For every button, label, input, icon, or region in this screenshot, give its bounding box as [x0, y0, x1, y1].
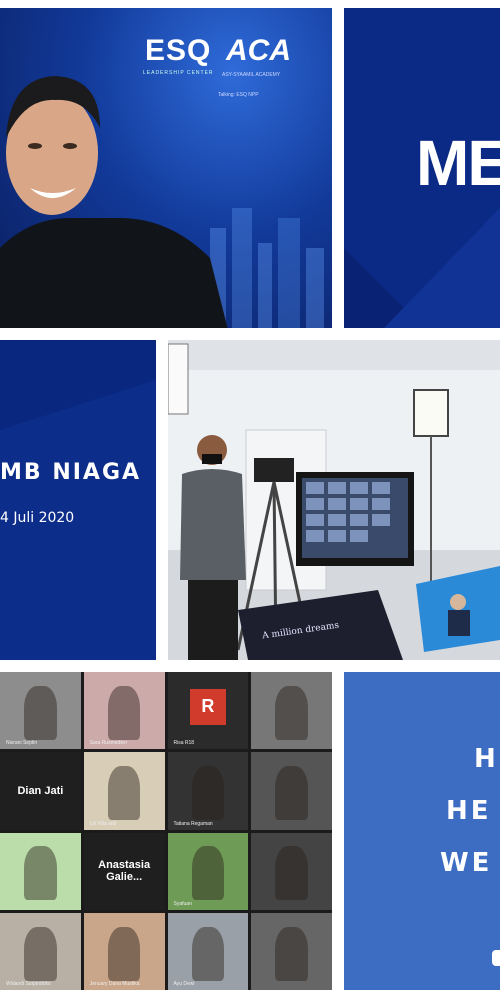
studio-photo-panel: A million dreams — [168, 340, 500, 660]
participant-video — [107, 766, 141, 821]
presenter-video-panel: ESQ LEADERSHIP CENTER ACA ASY-SYAAMIL AC… — [0, 8, 332, 328]
participant-name-label: Lili Villa ardi — [89, 820, 117, 827]
participant-tile[interactable]: Syafuan — [167, 832, 249, 910]
participant-name-label: Tatiana Regaman — [173, 820, 213, 827]
participant-video — [275, 926, 308, 981]
participant-tile[interactable] — [251, 832, 332, 910]
participant-name-label: Syafuan — [173, 900, 192, 907]
studio-scene — [168, 340, 500, 660]
video-call-gallery-panel: Nisrani Septin Sara Rusmedien R Risa R18 Dia… — [0, 672, 332, 990]
svg-text:ACA: ACA — [225, 34, 291, 67]
participant-name-label: Nisrani Septin — [6, 740, 38, 747]
participant-tile[interactable]: Ayu Dewi — [167, 912, 249, 990]
company-date-panel: MB NIAGA 4 Juli 2020 — [0, 340, 156, 660]
participant-tile[interactable] — [251, 672, 332, 750]
slogan-line-2: HE — [446, 796, 492, 826]
participant-video — [107, 926, 141, 981]
participant-tile[interactable]: Anastasia Galie... — [83, 832, 165, 910]
bottom-accent-shape — [492, 950, 500, 966]
participant-video — [191, 846, 225, 901]
participant-name-label: Jenuary Dana Mustika — [89, 981, 140, 987]
participant-name-label: Sara Rusmedien — [89, 740, 127, 747]
participant-display-name: Dian Jati — [17, 784, 64, 797]
background-shapes — [0, 340, 156, 430]
participant-tile[interactable]: Jenuary Dana Mustika — [83, 912, 165, 990]
slogan-line-1: H — [474, 744, 499, 774]
participant-video — [24, 846, 57, 901]
participant-video — [191, 766, 225, 821]
participant-name-label: Ayu Dewi — [173, 981, 195, 987]
participant-tile[interactable]: Dian Jati — [0, 752, 81, 830]
event-date: 4 Juli 2020 — [0, 510, 75, 526]
participant-tile[interactable]: Lili Villa ardi — [83, 752, 165, 830]
aca-logo-subtitle: ASY-SYAAMIL ACADEMY — [222, 72, 281, 78]
company-name: MB NIAGA — [0, 460, 142, 485]
participant-avatar: R — [189, 688, 226, 725]
participant-tile[interactable] — [251, 912, 332, 990]
event-title: ME — [416, 127, 500, 199]
participant-tile[interactable]: Tatiana Regaman — [167, 752, 249, 830]
esq-logo: ESQ — [145, 34, 212, 67]
participant-video — [275, 846, 308, 901]
title-panel: ME — [344, 8, 500, 328]
participant-name-label: Widandi Surjandoko — [6, 981, 51, 987]
participant-tile[interactable]: Widandi Surjandoko — [0, 912, 81, 990]
diagonal-shapes-graphic — [344, 208, 500, 328]
aca-logo: ACA — [225, 34, 291, 67]
participant-tile[interactable] — [251, 752, 332, 830]
participant-tile[interactable] — [0, 832, 81, 910]
participant-display-name: Anastasia Galie... — [98, 859, 151, 884]
participant-video — [275, 685, 308, 740]
slogan-panel: H HE WE — [344, 672, 500, 990]
participant-tile[interactable]: Sara Rusmedien — [83, 672, 165, 750]
participant-video — [191, 926, 225, 981]
presenter-person — [0, 76, 228, 328]
participant-tile[interactable]: Nisrani Septin — [0, 672, 81, 750]
participant-video — [24, 926, 57, 981]
slogan-line-3: WE — [440, 848, 493, 878]
participant-video — [107, 685, 141, 740]
participant-name-label: Risa R18 — [173, 740, 195, 747]
participant-tile[interactable]: R Risa R18 — [167, 672, 249, 750]
participant-video — [24, 685, 57, 740]
participant-video — [275, 766, 308, 821]
